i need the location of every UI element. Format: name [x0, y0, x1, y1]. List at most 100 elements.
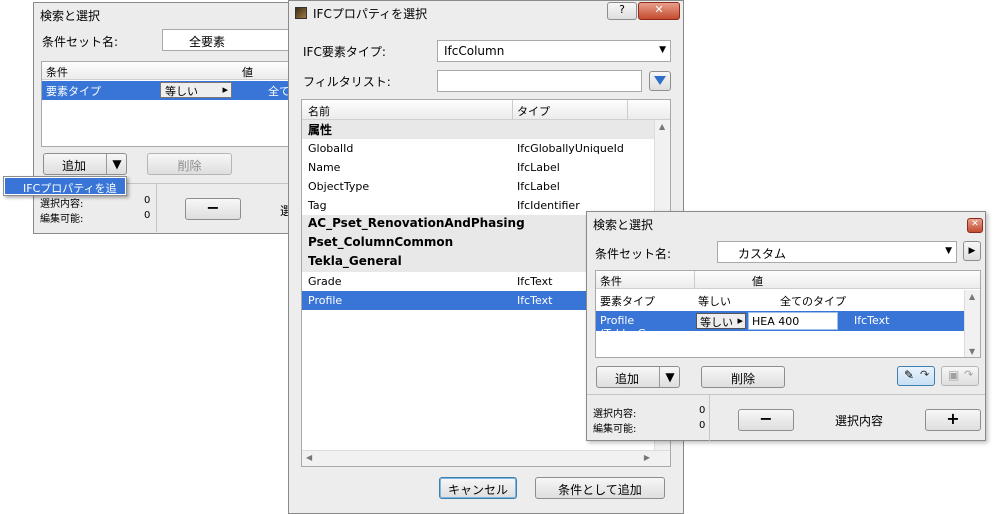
- condition-set-value: 全要素: [189, 35, 226, 49]
- selection-count-value: 0: [699, 405, 706, 416]
- search-select-window-front: 検索と選択 ✕ 条件セット名: カスタム ▼ ▶ 条件 値 要素タイプ 等しい …: [586, 211, 986, 441]
- minus-button[interactable]: −: [185, 198, 241, 220]
- table-row[interactable]: Name IfcLabel: [302, 158, 654, 177]
- list-header: 条件 値: [596, 271, 980, 289]
- editable-count-value: 0: [699, 420, 706, 431]
- redo-arrow-icon: ↷: [920, 368, 930, 381]
- delete-button[interactable]: 削除: [701, 366, 785, 388]
- filter-input[interactable]: [437, 70, 642, 92]
- row-value: 全て: [268, 85, 290, 98]
- table-row-selected[interactable]: Profile (Tekla_G... 等しい ▸ HEA 400 IfcTex…: [596, 311, 964, 340]
- condition-list[interactable]: 条件 値 要素タイプ 等しい 全てのタイプ Profile (Tekla_G..…: [595, 270, 981, 358]
- row-type: IfcIdentifier: [517, 199, 580, 212]
- row-name: Grade: [308, 275, 342, 288]
- close-button[interactable]: ✕: [967, 218, 983, 233]
- delete-label: 削除: [177, 159, 202, 173]
- operator-dropdown[interactable]: 等しい ▸: [160, 82, 232, 98]
- filter-button[interactable]: [649, 71, 671, 91]
- delete-label: 削除: [730, 372, 755, 386]
- group-label: Pset_ColumnCommon: [308, 235, 454, 249]
- inject-parameter-button[interactable]: ▣ ↷: [941, 366, 979, 386]
- row-type: IfcText: [517, 294, 553, 307]
- filter-label: フィルタリスト:: [303, 75, 391, 89]
- delete-button[interactable]: 削除: [147, 153, 232, 175]
- scroll-right-icon: ▶: [643, 453, 650, 462]
- condition-list[interactable]: 条件 値 要素タイプ 等しい ▸ 全て: [41, 61, 296, 147]
- ifc-type-dropdown[interactable]: IfcColumn ▼: [437, 40, 671, 62]
- selection-count-value: 0: [144, 195, 151, 206]
- col-value: 値: [242, 66, 253, 79]
- row-name: Tag: [308, 199, 327, 212]
- row-type: IfcText: [517, 275, 553, 288]
- eyedropper-icon: ✎: [904, 368, 915, 382]
- row-type: IfcLabel: [517, 161, 560, 174]
- editable-count-label: 編集可能:: [40, 214, 84, 225]
- row-type: IfcText: [854, 314, 890, 327]
- value-input[interactable]: HEA 400: [748, 312, 838, 330]
- scroll-up-icon: ▲: [969, 292, 976, 301]
- table-row[interactable]: 要素タイプ 等しい ▸ 全て: [42, 81, 296, 100]
- help-button[interactable]: ?: [607, 2, 637, 20]
- plus-button[interactable]: +: [925, 409, 981, 431]
- selection-count-label: 選択内容:: [593, 409, 637, 420]
- list-header: 条件 値: [42, 62, 296, 80]
- row-operator: 等しい: [698, 295, 731, 308]
- close-button[interactable]: ✕: [638, 2, 680, 20]
- row-name: Name: [308, 161, 341, 174]
- app-icon: [295, 7, 307, 19]
- col-value: 値: [752, 275, 763, 288]
- arrow-right-icon: ▶: [968, 246, 976, 256]
- next-button[interactable]: ▶: [963, 241, 981, 261]
- arrow-right-icon: ▸: [737, 314, 743, 327]
- table-row[interactable]: ObjectType IfcLabel: [302, 177, 654, 196]
- cancel-label: キャンセル: [447, 483, 508, 497]
- group-label: Tekla_General: [308, 254, 402, 268]
- scroll-left-icon: ◀: [306, 453, 313, 462]
- minus-button[interactable]: −: [738, 409, 794, 431]
- col-type: タイプ: [517, 105, 550, 118]
- chevron-down-icon: ▼: [659, 367, 680, 387]
- row-type: IfcGloballyUniqueId: [517, 142, 624, 155]
- operator-dropdown[interactable]: 等しい ▸: [696, 313, 746, 329]
- add-label: 追加: [615, 372, 640, 386]
- help-icon: ?: [619, 3, 625, 16]
- table-row[interactable]: GlobalId IfcGloballyUniqueId: [302, 139, 654, 158]
- pick-parameter-button[interactable]: ✎ ↷: [897, 366, 935, 386]
- row-condition: Profile (Tekla_G...: [600, 314, 657, 340]
- add-button[interactable]: 追加 ▼: [43, 153, 127, 175]
- col-condition: 条件: [46, 66, 68, 79]
- operator-label: 等しい: [700, 316, 733, 329]
- add-button[interactable]: 追加 ▼: [596, 366, 680, 388]
- operator-label: 等しい: [165, 85, 198, 98]
- chevron-down-icon: ▼: [106, 154, 127, 174]
- scroll-down-icon: ▼: [969, 347, 976, 356]
- row-value: 全てのタイプ: [780, 295, 846, 308]
- condition-set-label: 条件セット名:: [42, 35, 119, 49]
- group-attributes[interactable]: 属性: [302, 120, 654, 139]
- menu-item-add-ifc-property[interactable]: IFCプロパティを追加: [5, 178, 125, 211]
- plus-icon: +: [946, 409, 960, 428]
- minus-icon: −: [759, 409, 773, 428]
- col-condition: 条件: [600, 275, 622, 288]
- arrow-right-icon: ▸: [222, 83, 228, 96]
- add-as-condition-button[interactable]: 条件として追加: [535, 477, 665, 499]
- table-row[interactable]: 要素タイプ 等しい 全てのタイプ: [596, 290, 964, 310]
- add-popup-menu: IFCプロパティを追加: [3, 176, 127, 211]
- minus-icon: −: [206, 198, 220, 217]
- chevron-down-icon: ▼: [945, 246, 952, 256]
- row-type: IfcLabel: [517, 180, 560, 193]
- value-text: HEA 400: [752, 315, 800, 328]
- row-condition: 要素タイプ: [46, 85, 101, 98]
- header-divider: [512, 100, 513, 120]
- horizontal-scrollbar[interactable]: ◀ ▶: [302, 450, 670, 466]
- cancel-button[interactable]: キャンセル: [439, 477, 517, 499]
- condition-set-field[interactable]: 全要素: [162, 29, 296, 51]
- editable-count-label: 編集可能:: [593, 424, 637, 435]
- condition-set-dropdown[interactable]: カスタム ▼: [717, 241, 957, 263]
- tree-header: 名前 タイプ: [302, 100, 670, 120]
- vertical-scrollbar[interactable]: ▲ ▼: [964, 290, 980, 357]
- add-label: 追加: [62, 159, 87, 173]
- chevron-down-icon: ▼: [659, 45, 666, 55]
- condition-set-label: 条件セット名:: [595, 247, 672, 261]
- group-label: AC_Pset_RenovationAndPhasing: [308, 216, 525, 230]
